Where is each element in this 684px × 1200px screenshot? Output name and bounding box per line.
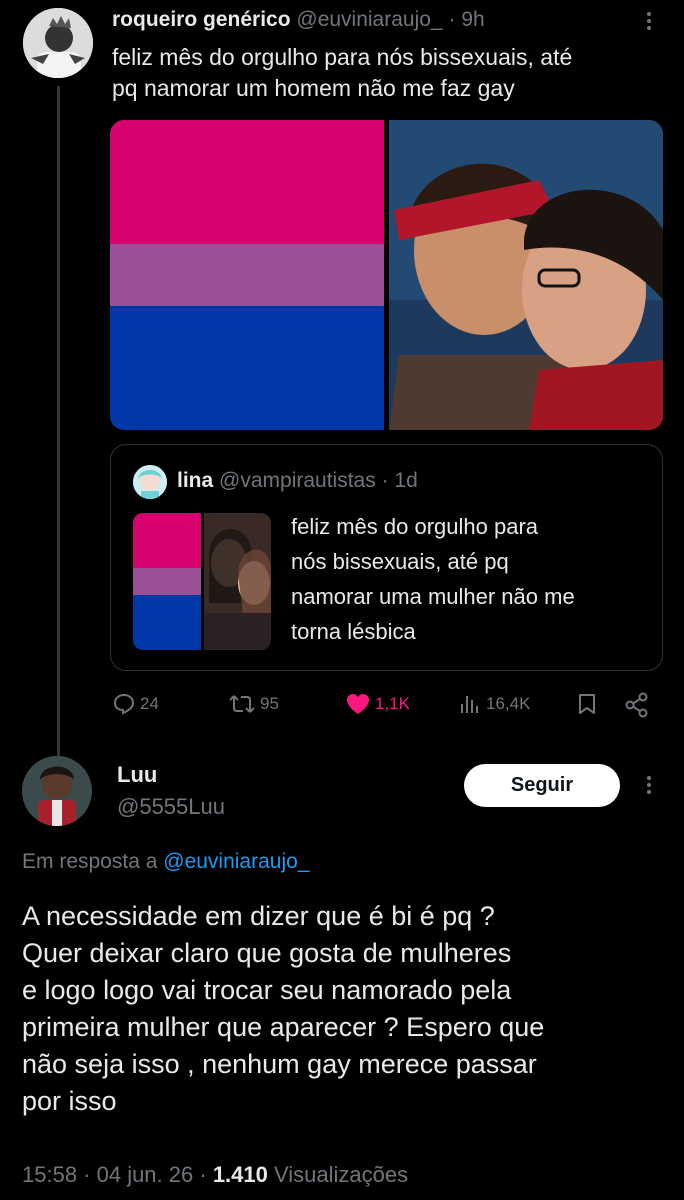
retweet-icon — [229, 695, 255, 713]
avatar[interactable] — [22, 756, 92, 826]
quoted-display-name[interactable]: lina — [177, 469, 213, 492]
time-separator: · — [448, 8, 456, 31]
media-grid[interactable] — [110, 120, 663, 430]
quoted-media[interactable] — [133, 513, 271, 650]
tweet-text-line: Quer deixar claro que gosta de mulheres — [22, 938, 512, 968]
views-count: 16,4K — [486, 694, 531, 713]
like-button[interactable]: 1,1K — [345, 692, 410, 716]
tweet-text-line: e logo logo vai trocar seu namorado pela — [22, 975, 512, 1005]
tweet-text-line: não seja isso , nenhum gay merece passar — [22, 1049, 537, 1079]
quoted-timestamp[interactable]: 1d — [394, 469, 417, 492]
photo-icon — [389, 120, 663, 430]
tweet-text-line: primeira mulher que aparecer ? Espero qu… — [22, 1012, 545, 1042]
tweet-timestamp[interactable]: 15:58 · 04 jun. 26 · — [22, 1162, 207, 1187]
quoted-header: lina @vampirautistas · 1d — [177, 469, 418, 493]
quoted-text-line: feliz mês do orgulho para — [291, 514, 539, 539]
tweet-text-line: pq namorar um homem não me faz gay — [112, 75, 515, 101]
quoted-text-line: torna lésbica — [291, 619, 416, 644]
quoted-text: feliz mês do orgulho para nós bissexuais… — [291, 509, 575, 649]
time-separator: · — [381, 469, 389, 492]
share-icon — [625, 692, 648, 718]
bookmark-button[interactable] — [575, 692, 599, 721]
follow-button[interactable]: Seguir — [464, 764, 620, 807]
quoted-avatar[interactable] — [133, 465, 167, 499]
more-options-icon[interactable] — [647, 12, 651, 30]
retweet-count: 95 — [260, 694, 279, 713]
analytics-icon — [461, 696, 478, 713]
display-name[interactable]: Luu — [117, 762, 157, 788]
reply-button[interactable]: 24 — [112, 692, 159, 716]
tweet-text: feliz mês do orgulho para nós bissexuais… — [112, 42, 572, 104]
avatar-photo-icon — [23, 8, 93, 78]
avatar-anime-icon — [133, 465, 167, 499]
share-button[interactable] — [624, 692, 650, 723]
handle[interactable]: @5555Luu — [117, 794, 225, 820]
quoted-handle[interactable]: @vampirautistas — [219, 469, 376, 492]
views-button[interactable]: 16,4K — [458, 692, 530, 716]
views-count: 1.410 — [212, 1162, 268, 1187]
couple-photo[interactable] — [389, 120, 663, 430]
avatar-drawing-icon — [22, 756, 92, 826]
thread-line — [57, 86, 60, 758]
quoted-bi-flag[interactable] — [133, 513, 201, 650]
reply-context: Em resposta a @euviniaraujo_ — [22, 850, 310, 874]
views-label: Visualizações — [274, 1162, 409, 1187]
quoted-text-line: nós bissexuais, até pq — [291, 549, 509, 574]
quoted-tweet[interactable]: lina @vampirautistas · 1d feliz mês do o… — [110, 444, 663, 671]
tweet-text-line: por isso — [22, 1086, 117, 1116]
tweet-text-line: feliz mês do orgulho para nós bissexuais… — [112, 44, 573, 70]
quoted-photo[interactable] — [204, 513, 271, 650]
bi-flag-image[interactable] — [110, 120, 384, 430]
tweet-meta: 15:58 · 04 jun. 26 · 1.410 Visualizações — [22, 1162, 408, 1188]
timestamp[interactable]: 9h — [461, 8, 484, 31]
reply-to-link[interactable]: @euviniaraujo_ — [163, 850, 309, 873]
like-count: 1,1K — [375, 694, 410, 713]
tweet-header: roqueiro genérico @euviniaraujo_ · 9h — [112, 8, 485, 32]
tweet-text-line: A necessidade em dizer que é bi é pq ? — [22, 901, 495, 931]
avatar[interactable] — [23, 8, 93, 78]
display-name[interactable]: roqueiro genérico — [112, 8, 291, 31]
handle[interactable]: @euviniaraujo_ — [296, 8, 442, 31]
more-options-icon[interactable] — [647, 776, 651, 794]
quoted-text-line: namorar uma mulher não me — [291, 584, 575, 609]
reply-prefix: Em resposta a — [22, 850, 158, 873]
retweet-button[interactable]: 95 — [228, 692, 279, 716]
reply-icon — [113, 693, 135, 715]
heart-filled-icon — [347, 694, 369, 714]
bookmark-icon — [579, 694, 595, 714]
reply-count: 24 — [140, 694, 159, 713]
tweet-text: A necessidade em dizer que é bi é pq ? Q… — [22, 898, 544, 1120]
photo-icon — [204, 513, 271, 650]
